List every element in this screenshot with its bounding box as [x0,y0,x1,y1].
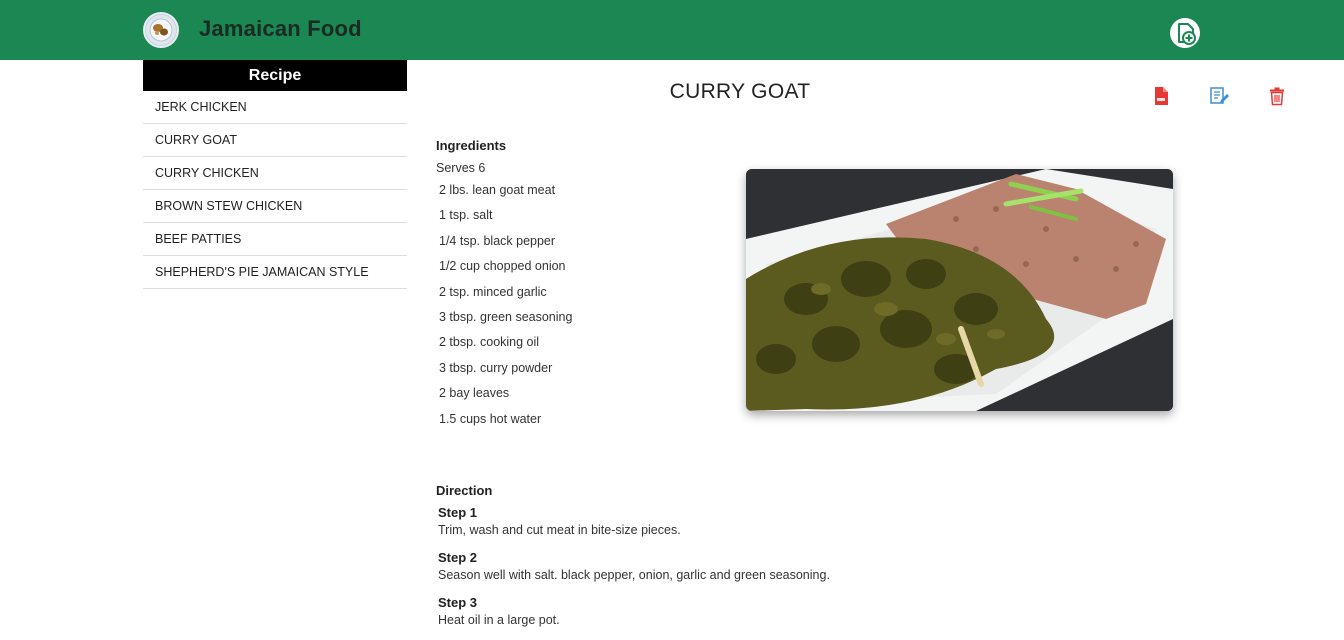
step-title: Step 1 [438,505,478,520]
sidebar-item-curry-chicken[interactable]: CURRY CHICKEN [143,157,407,190]
recipe-sidebar: Recipe JERK CHICKEN CURRY GOAT CURRY CHI… [143,60,407,289]
app-title: Jamaican Food [199,16,362,41]
ingredients-heading: Ingredients [436,138,507,153]
sidebar-item-shepherds-pie[interactable]: SHEPHERD'S PIE JAMAICAN STYLE [143,256,407,289]
steps-list: Step 1 Trim, wash and cut meat in bite-s… [438,505,830,640]
ingredient-item: 1/4 tsp. black pepper [439,233,556,248]
ingredient-item: 1 tsp. salt [439,208,493,223]
sidebar-item-brown-stew-chicken[interactable]: BROWN STEW CHICKEN [143,190,407,223]
ingredient-item: 3 tbsp. curry powder [439,360,553,375]
sidebar-item-jerk-chicken[interactable]: JERK CHICKEN [143,91,407,124]
step-item: Step 2 Season well with salt. black pepp… [438,550,830,585]
step-item: Step 1 Trim, wash and cut meat in bite-s… [438,505,830,540]
sidebar-item-curry-goat[interactable]: CURRY GOAT [143,124,407,157]
direction-heading: Direction [436,483,493,498]
ingredient-item: 3 tbsp. green seasoning [439,309,573,324]
ingredient-item: 1.5 cups hot water [439,411,542,426]
food-plate-logo [143,12,179,48]
step-text: Season well with salt. black pepper, oni… [438,568,830,582]
recipe-title: CURRY GOAT [669,80,811,103]
ingredient-item: 1/2 cup chopped onion [439,259,566,274]
top-bar: Jamaican Food [0,0,1344,60]
download-pdf-button[interactable] [1151,86,1171,106]
ingredient-item: 2 tbsp. cooking oil [439,335,540,350]
add-recipe-button[interactable] [1170,18,1200,48]
trash-icon [1270,87,1284,106]
edit-icon [1210,87,1229,104]
step-title: Step 3 [438,595,478,610]
sidebar-heading: Recipe [143,60,407,91]
sidebar-item-beef-patties[interactable]: BEEF PATTIES [143,223,407,256]
ingredient-item: 2 bay leaves [439,386,510,401]
ingredients-list: 2 lbs. lean goat meat 1 tsp. salt 1/4 ts… [439,181,572,435]
edit-recipe-button[interactable] [1209,86,1229,106]
step-text: Trim, wash and cut meat in bite-size pie… [438,523,681,537]
recipe-photo [746,169,1173,411]
pdf-icon [1155,87,1168,105]
step-title: Step 2 [438,550,478,565]
step-item: Step 3 Heat oil in a large pot. [438,595,830,630]
serves-text: Serves 6 [436,161,486,175]
step-text: Heat oil in a large pot. [438,613,560,627]
delete-recipe-button[interactable] [1267,86,1287,106]
ingredient-item: 2 lbs. lean goat meat [439,183,556,197]
ingredient-item: 2 tsp. minced garlic [439,284,547,299]
add-document-icon [1178,23,1196,45]
